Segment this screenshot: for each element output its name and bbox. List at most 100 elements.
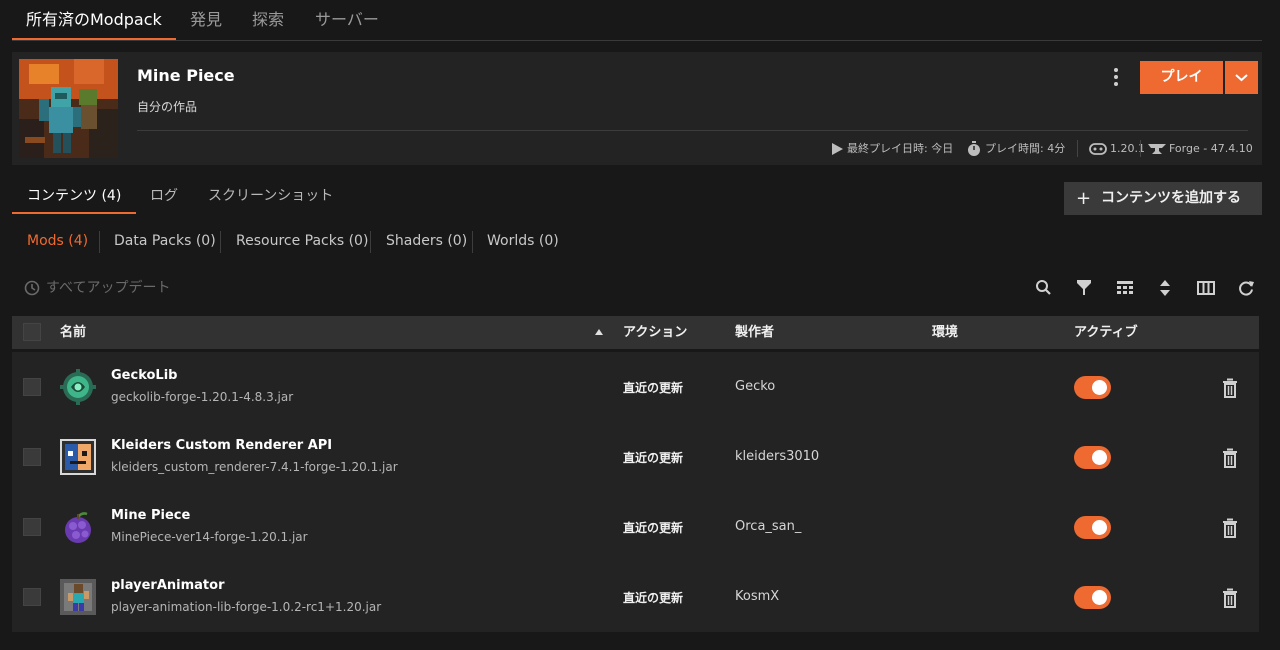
mod-filename: player-animation-lib-forge-1.0.2-rc1+1.2… [111,600,382,614]
filter-shaders[interactable]: Shaders (0) [386,229,467,253]
filter-worlds[interactable]: Worlds (0) [487,229,559,253]
column-name[interactable]: 名前 [60,316,86,349]
row-checkbox[interactable] [23,378,41,396]
column-action: アクション [623,325,688,340]
last-played: 最終プレイ日時: 今日 [830,138,953,160]
divider [137,130,1248,131]
divider [220,231,221,253]
toggle-knob [1092,380,1107,395]
tab-discover[interactable]: 発見 [190,0,222,40]
game-version: 1.20.1 [1089,138,1145,160]
divider [370,231,371,253]
active-toggle[interactable] [1074,446,1111,469]
tab-explore[interactable]: 探索 [252,0,284,40]
player-animator-icon [60,579,96,615]
tab-screenshots[interactable]: スクリーンショット [208,178,333,214]
top-navigation: 所有済のModpack 発見 探索 サーバー [12,0,1262,41]
tab-contents[interactable]: コンテンツ (4) [12,178,137,214]
refresh-icon[interactable] [1236,278,1256,298]
loader-text: Forge - 47.4.10 [1169,142,1253,155]
mod-author: kleiders3010 [735,449,820,464]
gamepad-icon [1089,143,1107,155]
play-button[interactable]: プレイ [1140,61,1223,94]
divider [99,231,100,253]
sort-ascending-icon[interactable] [595,329,603,335]
column-author: 製作者 [735,325,775,340]
geckolib-icon [60,369,96,405]
trash-icon[interactable] [1222,448,1238,468]
table-row[interactable]: playerAnimator player-animation-lib-forg… [12,562,1259,632]
play-time: プレイ時間: 4分 [966,138,1065,160]
mod-action: 直近の更新 [623,381,684,395]
table-row[interactable]: Kleiders Custom Renderer API kleiders_cu… [12,422,1259,492]
mod-action: 直近の更新 [623,521,684,535]
row-checkbox[interactable] [23,448,41,466]
mods-table: GeckoLib geckolib-forge-1.20.1-4.8.3.jar… [12,352,1259,632]
tab-logs[interactable]: ログ [150,178,178,214]
column-environment: 環境 [932,325,959,340]
mod-name[interactable]: Mine Piece [111,508,190,523]
play-dropdown-button[interactable] [1225,61,1258,94]
update-all-label: すべてアップデート [46,280,171,296]
plus-icon: + [1076,188,1092,209]
filter-icon[interactable] [1074,278,1094,298]
divider [472,231,473,253]
divider [1140,140,1141,157]
active-toggle[interactable] [1074,376,1111,399]
trash-icon[interactable] [1222,378,1238,398]
modpack-subtitle: 自分の作品 [137,100,198,114]
trash-icon[interactable] [1222,588,1238,608]
mod-name[interactable]: Kleiders Custom Renderer API [111,438,332,453]
last-played-text: 最終プレイ日時: 今日 [847,142,954,155]
trash-icon[interactable] [1222,518,1238,538]
mod-action: 直近の更新 [623,451,684,465]
mod-author: KosmX [735,589,780,604]
table-row[interactable]: Mine Piece MinePiece-ver14-forge-1.20.1.… [12,492,1259,562]
divider [1077,140,1078,157]
play-icon [832,143,843,155]
kleiders-icon [60,439,96,475]
search-icon[interactable] [1034,278,1054,298]
table-row[interactable]: GeckoLib geckolib-forge-1.20.1-4.8.3.jar… [12,352,1259,422]
density-icon[interactable] [1115,278,1135,298]
mod-filename: kleiders_custom_renderer-7.4.1-forge-1.2… [111,460,398,474]
update-all-button[interactable]: すべてアップデート [24,277,170,299]
anvil-icon [1148,144,1166,154]
column-active: アクティブ [1074,325,1138,340]
filter-mods[interactable]: Mods (4) [27,229,88,253]
devil-fruit-icon [60,509,96,545]
select-all-checkbox[interactable] [23,323,41,341]
toggle-knob [1092,520,1107,535]
add-content-label: コンテンツを追加する [1101,190,1241,206]
modpack-thumbnail [19,59,118,158]
table-header: 名前 アクション 製作者 環境 アクティブ [12,316,1259,349]
filter-data-packs[interactable]: Data Packs (0) [114,229,216,253]
loader: Forge - 47.4.10 [1148,138,1253,160]
modpack-header: Mine Piece 自分の作品 プレイ 最終プレイ日時: 今日 プレイ時間: … [12,52,1262,165]
sort-icon[interactable] [1155,278,1175,298]
active-toggle[interactable] [1074,586,1111,609]
clock-icon [24,280,40,296]
tab-owned-modpacks[interactable]: 所有済のModpack [12,0,176,40]
toggle-knob [1092,450,1107,465]
stopwatch-icon [968,141,980,156]
row-checkbox[interactable] [23,518,41,536]
toggle-knob [1092,590,1107,605]
mod-name[interactable]: playerAnimator [111,578,224,593]
chevron-down-icon [1235,74,1248,82]
mod-author: Orca_san_ [735,519,802,534]
filter-resource-packs[interactable]: Resource Packs (0) [236,229,368,253]
modpack-title: Mine Piece [137,66,235,85]
mod-name[interactable]: GeckoLib [111,368,177,383]
mod-action: 直近の更新 [623,591,684,605]
columns-icon[interactable] [1196,278,1216,298]
tab-servers[interactable]: サーバー [315,0,379,40]
mod-filename: MinePiece-ver14-forge-1.20.1.jar [111,530,308,544]
row-checkbox[interactable] [23,588,41,606]
mod-filename: geckolib-forge-1.20.1-4.8.3.jar [111,390,294,404]
more-options-icon[interactable] [1106,64,1126,90]
active-toggle[interactable] [1074,516,1111,539]
add-content-button[interactable]: + コンテンツを追加する [1064,182,1262,215]
play-time-text: プレイ時間: 4分 [985,142,1066,155]
mod-author: Gecko [735,379,776,394]
